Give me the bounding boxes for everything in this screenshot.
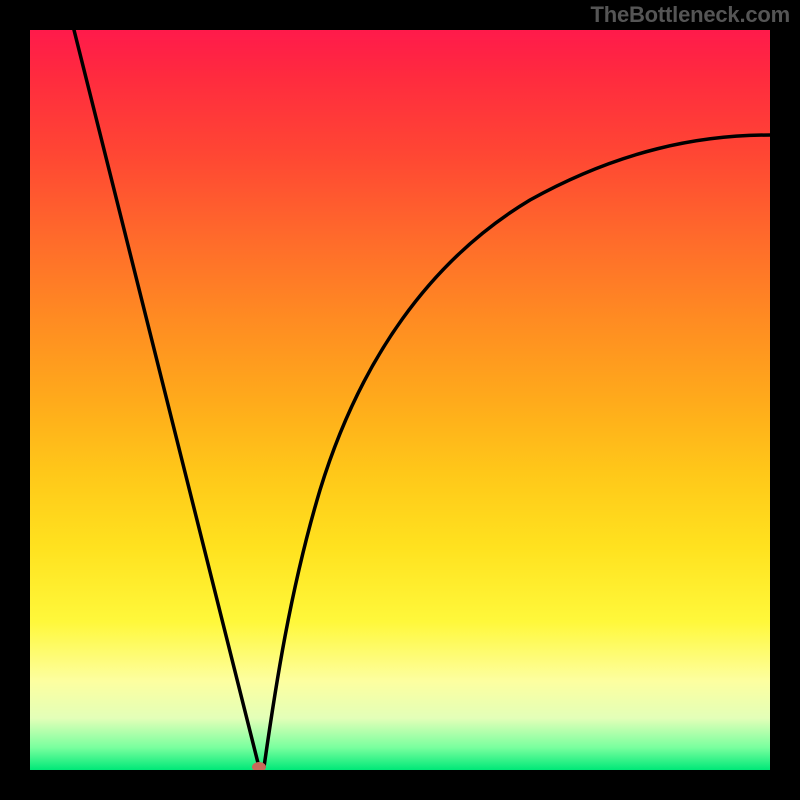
chart-container: TheBottleneck.com [0, 0, 800, 800]
minimum-marker-dot [252, 762, 266, 770]
watermark-text: TheBottleneck.com [590, 2, 790, 28]
curve-svg [30, 30, 770, 770]
curve-left-branch [74, 30, 259, 767]
plot-area [30, 30, 770, 770]
curve-right-branch [264, 135, 770, 767]
